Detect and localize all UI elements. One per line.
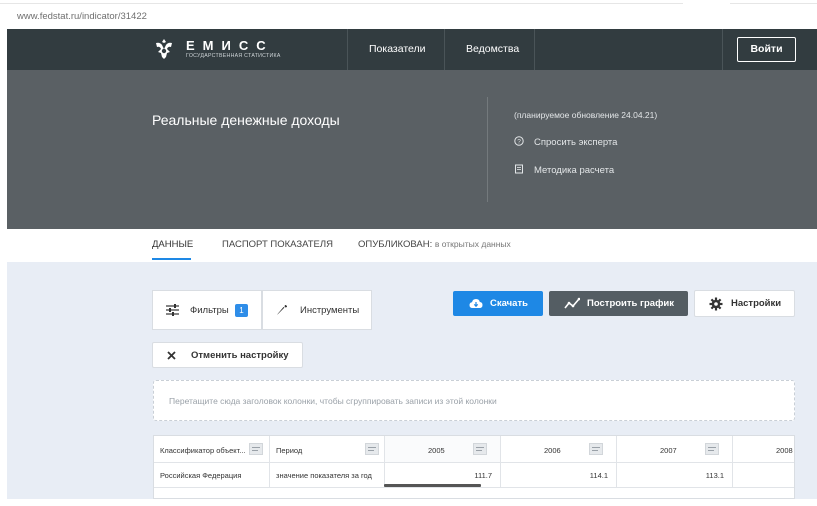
coat-of-arms-icon [156,39,172,59]
download-label: Скачать [490,298,528,309]
indicator-hero: Реальные денежные доходы (планируемое об… [7,70,817,229]
column-header-period[interactable]: Период [270,436,385,463]
column-header-label: 2008 [776,446,793,455]
logo-title: ЕМИСС [186,38,274,53]
url-bar-border [0,3,683,4]
active-tab-indicator [152,258,191,260]
table-cell-classifier: Российская Федерация [154,463,270,488]
document-icon [515,164,523,174]
dropzone-hint: Перетащите сюда заголовок колонки, чтобы… [169,396,497,406]
gear-icon [709,297,723,311]
wrench-icon [277,305,287,315]
emiss-logo[interactable]: ЕМИСС государственная статистика [153,37,288,63]
column-header-2006[interactable]: 2006 [501,436,617,463]
ask-expert-link[interactable]: ? Спросить эксперта [514,136,617,148]
table-cell-value: 114.1 [501,463,617,488]
column-header-2008[interactable]: 2008 [733,436,794,463]
table-cell-value [733,463,794,488]
build-chart-button[interactable]: Построить график [549,291,688,316]
methodology-label: Методика расчета [534,165,615,176]
question-circle-icon: ? [514,136,524,146]
nav-separator [444,29,445,70]
methodology-link[interactable]: Методика расчета [514,164,614,176]
settings-button[interactable]: Настройки [694,290,795,317]
tab-passport[interactable]: ПАСПОРТ ПОКАЗАТЕЛЯ [222,239,333,250]
published-label: ОПУБЛИКОВАН: [358,239,433,250]
column-header-2005[interactable]: 2005 [385,436,501,463]
cell-text: 111.7 [474,471,492,480]
indicator-tabs: ДАННЫЕ ПАСПОРТ ПОКАЗАТЕЛЯ ОПУБЛИКОВАН: в… [0,229,817,262]
column-header-label: Период [276,446,303,455]
column-menu-icon[interactable] [705,443,719,455]
data-content: Фильтры 1 Инструменты Скачать Построить … [7,262,817,499]
table-cell-period: значение показателя за год [270,463,385,488]
group-by-dropzone[interactable]: Перетащите сюда заголовок колонки, чтобы… [153,380,795,421]
data-grid: Классификатор объект... Период 2005 2006… [153,435,795,499]
svg-text:?: ? [517,139,521,146]
horizontal-scrollbar[interactable] [384,484,481,487]
line-chart-icon [564,297,580,309]
nav-separator [534,29,535,70]
reset-settings-label: Отменить настройку [191,350,289,361]
column-menu-icon[interactable] [365,443,379,455]
sliders-icon [166,304,179,316]
published-status: ОПУБЛИКОВАН: в открытых данных [358,239,511,250]
update-note: (планируемое обновление 24.04.21) [514,110,658,120]
filters-count-badge: 1 [235,304,248,317]
column-menu-icon[interactable] [249,443,263,455]
cloud-download-icon [469,299,483,308]
column-header-label: 2007 [660,446,677,455]
nav-separator [722,29,723,70]
close-icon [167,351,176,360]
table-cell-value: 113.1 [617,463,733,488]
filters-button[interactable]: Фильтры 1 [152,290,262,330]
nav-separator [347,29,348,70]
column-menu-icon[interactable] [589,443,603,455]
build-chart-label: Построить график [587,298,674,309]
column-header-classifier[interactable]: Классификатор объект... [154,436,270,463]
site-header: ЕМИСС государственная статистика Показат… [7,29,817,70]
published-value: в открытых данных [434,239,511,249]
tools-button[interactable]: Инструменты [262,290,372,330]
filters-label: Фильтры [190,305,229,316]
page: www.fedstat.ru/indicator/31422 ЕМИСС гос… [0,0,817,506]
cell-text: Российская Федерация [160,471,242,480]
browser-url-bar: www.fedstat.ru/indicator/31422 [0,0,817,28]
ask-expert-label: Спросить эксперта [534,137,618,148]
settings-label: Настройки [731,298,782,309]
indicator-title: Реальные денежные доходы [152,112,340,128]
url-bar-border-right [730,3,817,4]
login-button[interactable]: Войти [737,37,796,62]
cell-text: значение показателя за год [276,471,372,480]
nav-item-indicators[interactable]: Показатели [369,43,426,55]
column-header-label: 2005 [428,446,445,455]
column-menu-icon[interactable] [473,443,487,455]
cell-text: 113.1 [705,471,724,480]
url-text[interactable]: www.fedstat.ru/indicator/31422 [17,11,147,22]
column-header-label: 2006 [544,446,561,455]
nav-item-departments[interactable]: Ведомства [466,43,519,55]
tools-label: Инструменты [300,305,360,316]
hero-divider [487,97,488,202]
tab-data[interactable]: ДАННЫЕ [152,239,193,250]
reset-settings-button[interactable]: Отменить настройку [152,342,303,368]
column-header-label: Классификатор объект... [160,446,246,455]
logo-subtitle: государственная статистика [186,53,281,59]
download-button[interactable]: Скачать [453,291,543,316]
cell-text: 114.1 [589,471,608,480]
column-header-2007[interactable]: 2007 [617,436,733,463]
